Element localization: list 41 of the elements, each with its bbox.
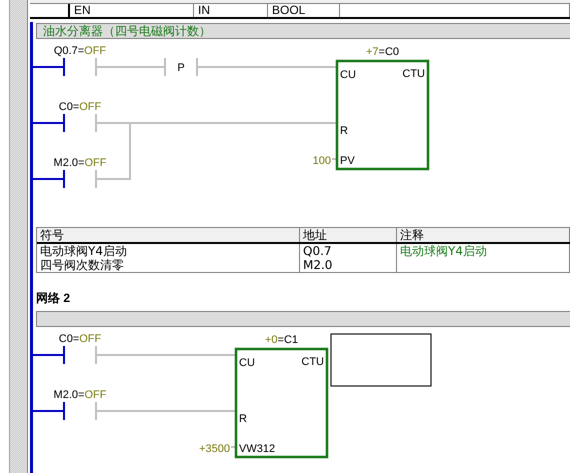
contact-symbol[interactable] — [63, 170, 97, 188]
counter-value-label: +7=C0 — [366, 46, 400, 58]
table-cell: 电动球阀Y4启动 — [37, 244, 300, 258]
table-cell: BOOL — [268, 4, 340, 17]
contact-address-label: Q0.7=OFF — [54, 45, 106, 57]
column-header: 地址 — [300, 228, 397, 242]
table-cell: 电动球阀Y4启动 — [397, 244, 570, 258]
contact-address-label: C0=OFF — [58, 333, 102, 345]
network-comment-bar[interactable] — [36, 311, 570, 327]
table-cell: EN — [70, 4, 194, 17]
contact-address-label: M2.0=OFF — [54, 157, 106, 169]
pin-label: CU — [239, 357, 255, 369]
table-cell: M2.0 — [300, 258, 397, 272]
column-header: 注释 — [397, 228, 570, 242]
counter-value-label: +0=C1 — [264, 334, 298, 346]
column-header: 符号 — [37, 228, 300, 242]
transition-label: P — [177, 62, 185, 74]
pin-label: PV — [340, 155, 355, 167]
counter-box[interactable] — [336, 60, 430, 170]
counter-box[interactable] — [234, 348, 328, 458]
network-title: 网络 2 — [36, 291, 72, 305]
contact-address-label: M2.0=OFF — [54, 389, 106, 401]
preset-value-label: 100 — [312, 155, 331, 167]
pin-label: R — [239, 413, 247, 425]
contact-symbol[interactable] — [63, 402, 97, 420]
preset-value-label: +3500 — [199, 443, 230, 455]
table-cell: IN — [194, 4, 268, 17]
pin-label: CU — [340, 69, 356, 81]
table-cell: Q0.7 — [300, 244, 397, 258]
box-type-label: CTU — [402, 68, 425, 80]
contact-symbol[interactable] — [63, 58, 97, 76]
table-cell: 四号阀次数清零 — [37, 258, 300, 272]
contact-symbol[interactable] — [63, 346, 97, 364]
pin-label: VW312 — [239, 443, 276, 455]
empty-output-box[interactable] — [330, 334, 432, 386]
contact-address-label: C0=OFF — [58, 101, 102, 113]
contact-symbol[interactable] — [63, 114, 97, 132]
transition-contact-symbol[interactable] — [164, 58, 198, 76]
pin-label: R — [340, 125, 348, 137]
network-comment-bar: 油水分离器（四号电磁阀计数） — [36, 23, 570, 39]
box-type-label: CTU — [301, 356, 324, 368]
